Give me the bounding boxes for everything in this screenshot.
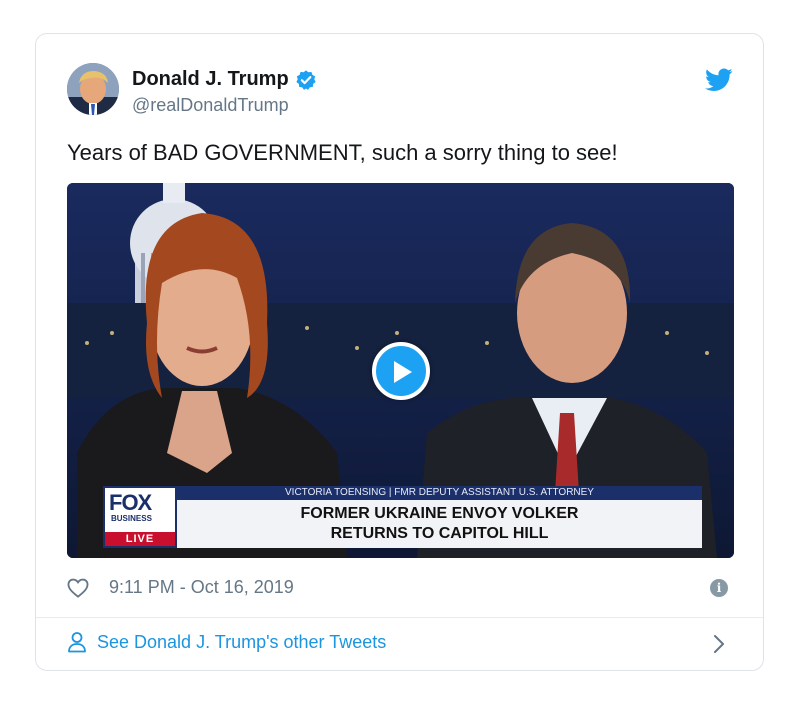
author-handle[interactable]: @realDonaldTrump bbox=[132, 95, 289, 116]
see-other-tweets-label: See Donald J. Trump's other Tweets bbox=[97, 631, 387, 652]
video-player[interactable]: FOX BUSINESS LIVE VICTORIA TOENSING | FM… bbox=[67, 183, 734, 558]
tweet-timestamp[interactable]: 9:11 PM - Oct 16, 2019 bbox=[109, 577, 294, 598]
live-badge: LIVE bbox=[105, 532, 175, 546]
info-icon[interactable]: i bbox=[710, 579, 728, 597]
person-icon bbox=[68, 632, 86, 653]
tweet-meta-row: 9:11 PM - Oct 16, 2019 bbox=[67, 577, 294, 598]
chevron-right-icon[interactable] bbox=[713, 634, 725, 654]
heart-icon[interactable] bbox=[67, 578, 89, 598]
guest-name-strap: VICTORIA TOENSING | FMR DEPUTY ASSISTANT… bbox=[177, 486, 702, 500]
network-sub-text: BUSINESS bbox=[111, 514, 152, 523]
headline-line-2: RETURNS TO CAPITOL HILL bbox=[330, 525, 549, 542]
avatar[interactable] bbox=[67, 63, 119, 115]
verified-badge-icon bbox=[296, 69, 316, 90]
tweet-text: Years of BAD GOVERNMENT, such a sorry th… bbox=[67, 140, 618, 165]
headline-strap: FORMER UKRAINE ENVOY VOLKER RETURNS TO C… bbox=[177, 500, 702, 548]
headline-line-1: FORMER UKRAINE ENVOY VOLKER bbox=[300, 505, 579, 522]
author-row: Donald J. Trump bbox=[132, 68, 317, 91]
twitter-bird-icon[interactable] bbox=[705, 68, 733, 92]
author-name[interactable]: Donald J. Trump bbox=[132, 68, 289, 91]
divider bbox=[36, 617, 763, 618]
see-other-tweets-link[interactable]: See Donald J. Trump's other Tweets bbox=[67, 631, 386, 653]
embedded-tweet-card: Donald J. Trump @realDonaldTrump Years o… bbox=[35, 33, 764, 671]
play-button[interactable] bbox=[372, 342, 430, 400]
play-icon bbox=[394, 361, 412, 383]
fox-business-logo: FOX BUSINESS LIVE bbox=[103, 486, 177, 548]
network-logo-text: FOX bbox=[109, 490, 152, 515]
news-lower-third: FOX BUSINESS LIVE VICTORIA TOENSING | FM… bbox=[103, 486, 702, 548]
